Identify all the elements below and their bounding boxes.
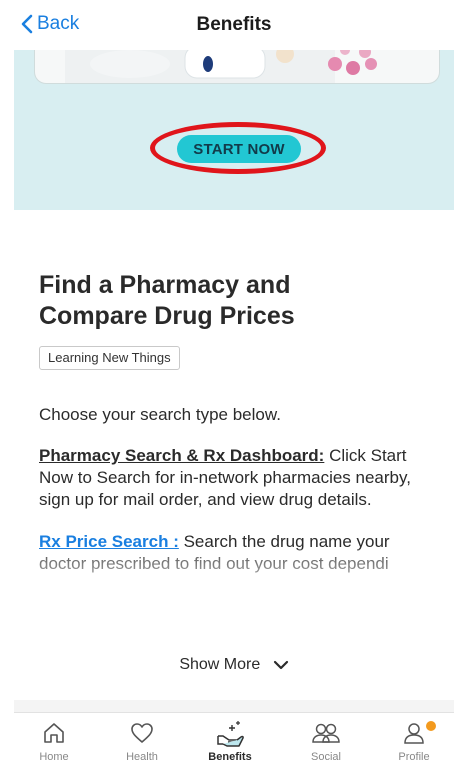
pharmacy-search-link[interactable]: Pharmacy Search & Rx Dashboard: xyxy=(39,446,324,465)
hero-image xyxy=(34,44,440,84)
notification-dot xyxy=(426,721,436,731)
tab-bar: Home Health Benefits Social Profile xyxy=(14,712,454,768)
tab-health[interactable]: Health xyxy=(102,717,182,763)
tab-profile[interactable]: Profile xyxy=(374,717,454,763)
tab-social[interactable]: Social xyxy=(286,717,366,763)
tab-home-label: Home xyxy=(39,751,69,763)
heading-line-2: Compare Drug Prices xyxy=(39,302,295,330)
divider xyxy=(14,700,454,712)
heading-line-1: Find a Pharmacy and xyxy=(39,271,291,299)
pills-illustration xyxy=(65,44,377,83)
category-tag: Learning New Things xyxy=(39,346,180,370)
tab-social-label: Social xyxy=(311,751,341,763)
home-icon xyxy=(44,723,64,743)
show-more-label: Show More xyxy=(179,656,261,673)
nav-header: Back Benefits xyxy=(0,0,468,50)
rx-paragraph: Rx Price Search : Search the drug name y… xyxy=(39,531,439,597)
page-title: Benefits xyxy=(196,14,272,35)
tab-profile-label: Profile xyxy=(398,751,430,763)
pharmacy-paragraph: Pharmacy Search & Rx Dashboard: Click St… xyxy=(39,445,439,511)
section-heading: Find a Pharmacy and Compare Drug Prices xyxy=(39,270,439,332)
intro-text: Choose your search type below. xyxy=(39,405,281,424)
show-more-button[interactable]: Show More xyxy=(0,656,468,674)
main-content: Find a Pharmacy and Compare Drug Prices … xyxy=(39,270,439,597)
tab-benefits[interactable]: Benefits xyxy=(190,717,270,763)
hero-banner: START NOW xyxy=(14,44,454,210)
heart-icon xyxy=(131,723,153,743)
tab-home[interactable]: Home xyxy=(14,717,94,763)
person-icon xyxy=(404,723,424,744)
start-now-button[interactable]: START NOW xyxy=(177,135,301,163)
chevron-down-icon xyxy=(273,660,288,669)
tab-benefits-label: Benefits xyxy=(208,751,252,763)
tab-health-label: Health xyxy=(126,751,158,763)
highlight-ring: START NOW xyxy=(150,122,326,174)
rx-price-search-link[interactable]: Rx Price Search : xyxy=(39,532,179,551)
benefits-hand-icon xyxy=(217,721,244,747)
people-icon xyxy=(312,723,340,743)
